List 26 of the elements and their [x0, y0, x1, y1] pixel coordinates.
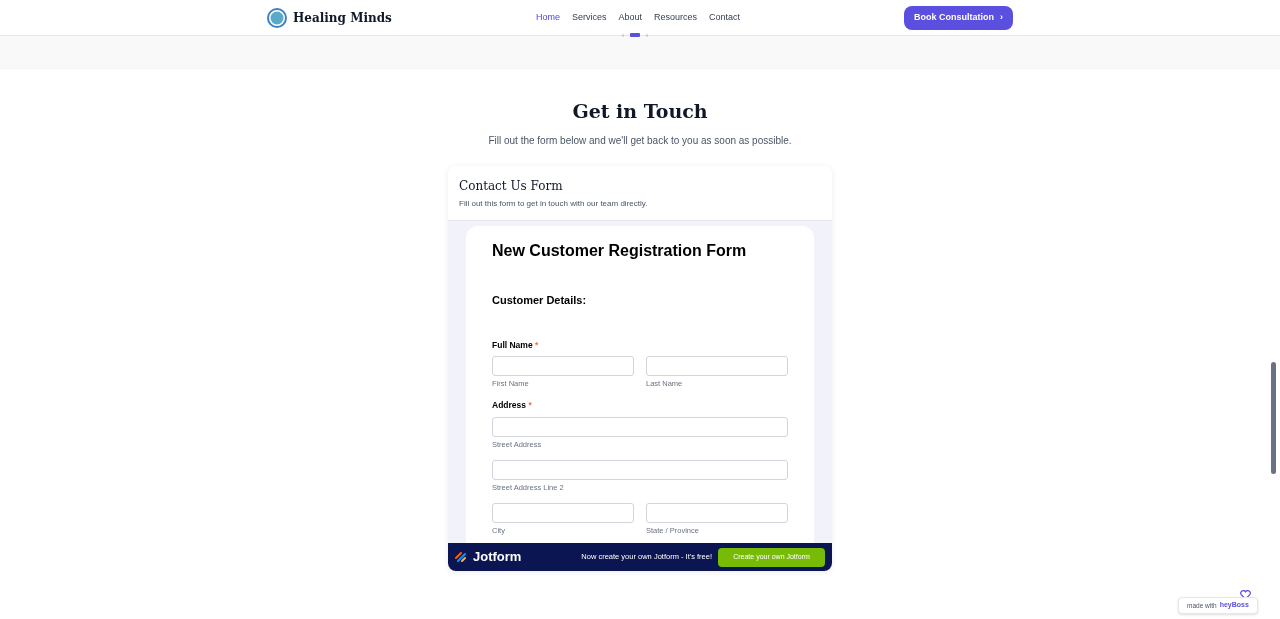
section-title: Get in Touch [572, 99, 708, 124]
jotform-brand: Jotform [473, 548, 522, 567]
field-label: Full Name * [492, 338, 540, 352]
nav-link[interactable]: Resources [654, 10, 698, 25]
scrollbar-thumb[interactable] [1271, 362, 1276, 474]
field-label: Address * [492, 399, 533, 412]
card-title: Contact Us Form [459, 178, 564, 195]
jotform-logo-icon [455, 551, 467, 563]
section-subtitle: Fill out the form below and we'll get back to you as soon as possible. [488, 134, 792, 148]
form-section-heading: Customer Details: [492, 293, 588, 308]
nav-link[interactable]: Contact [709, 10, 741, 25]
input-field[interactable] [646, 356, 788, 377]
brand-name: Healing Minds [293, 9, 392, 27]
input-field[interactable] [492, 503, 634, 523]
input-field[interactable] [492, 460, 788, 480]
card-description: Fill out this form to get in touch with our team directly. [459, 198, 649, 210]
input-field[interactable] [646, 503, 788, 523]
logo-icon [267, 7, 287, 28]
carousel-dots-icon [620, 33, 650, 38]
book-consultation-button[interactable]: Book Consultation › [904, 5, 1013, 30]
input-field[interactable] [492, 356, 634, 377]
nav-link[interactable]: Services [572, 10, 607, 25]
nav-link[interactable]: Home [536, 10, 560, 25]
input-field[interactable] [492, 417, 788, 437]
form-title: New Customer Registration Form [492, 241, 748, 261]
nav-link[interactable]: About [618, 10, 643, 25]
